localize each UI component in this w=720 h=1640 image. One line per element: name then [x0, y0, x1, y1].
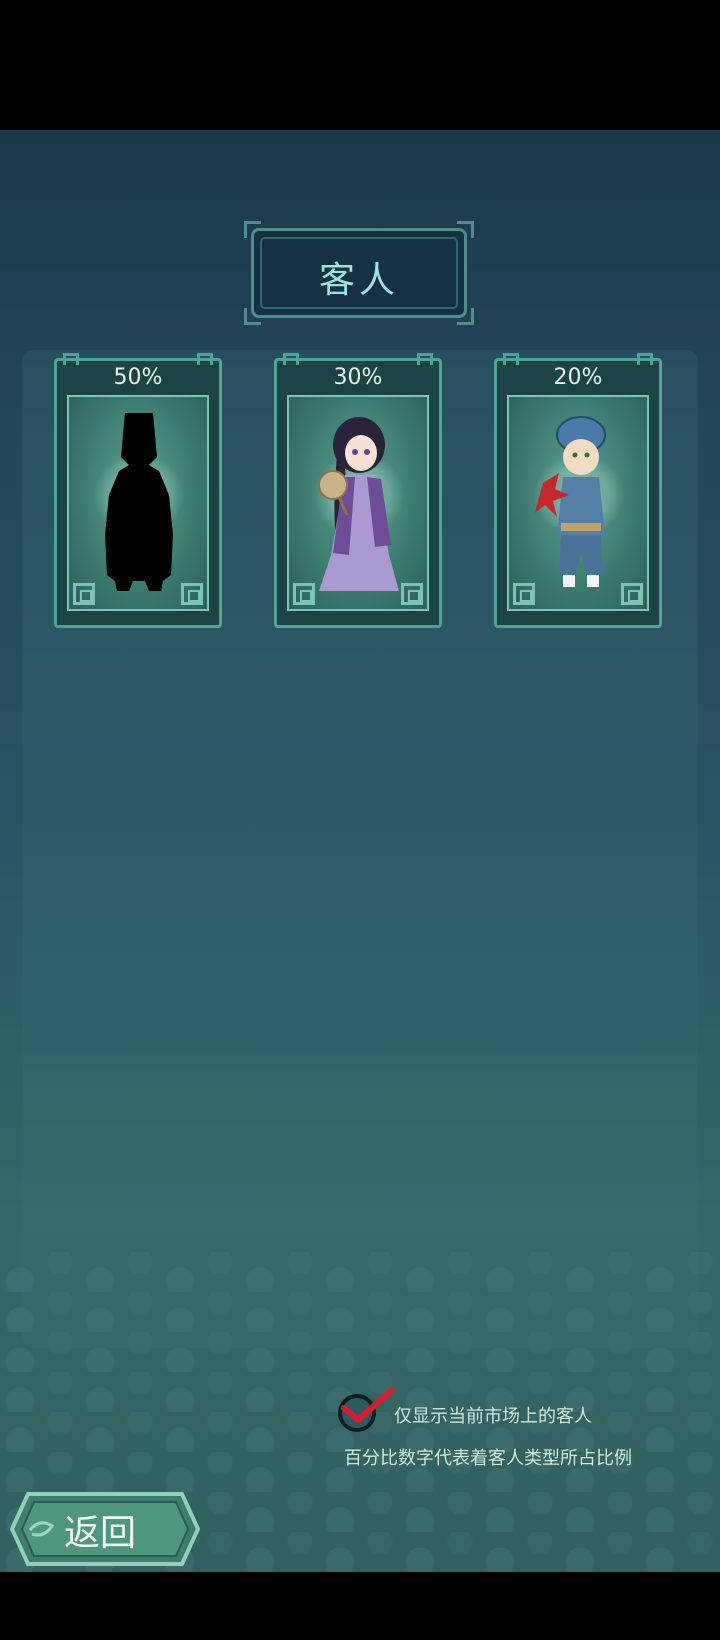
customer-card-3[interactable]: 20% [494, 353, 662, 628]
customer-portrait-frame [507, 395, 649, 611]
customer-percent: 20% [553, 365, 603, 390]
checkmark-icon [341, 1387, 395, 1423]
lady-figure-icon [318, 417, 399, 591]
back-button-label[interactable]: 返回 [64, 1504, 136, 1556]
page-title: 客人 [318, 260, 399, 301]
title-plaque: 客人 [244, 221, 474, 325]
boy-figure-icon [535, 416, 606, 587]
navigation-bar-area [0, 1572, 720, 1640]
customer-card-1[interactable]: 50% [54, 353, 222, 628]
silhouette-figure-icon [105, 413, 173, 591]
percentage-explanation: 百分比数字代表着客人类型所占比例 [344, 1448, 632, 1469]
customer-portrait-frame [287, 395, 429, 611]
customer-portrait-frame [67, 395, 209, 611]
customer-percent: 30% [333, 365, 383, 390]
market-filter-label[interactable]: 仅显示当前市场上的客人 [394, 1402, 592, 1428]
customer-percent: 50% [113, 365, 163, 390]
customer-card-2[interactable]: 30% [274, 353, 442, 628]
